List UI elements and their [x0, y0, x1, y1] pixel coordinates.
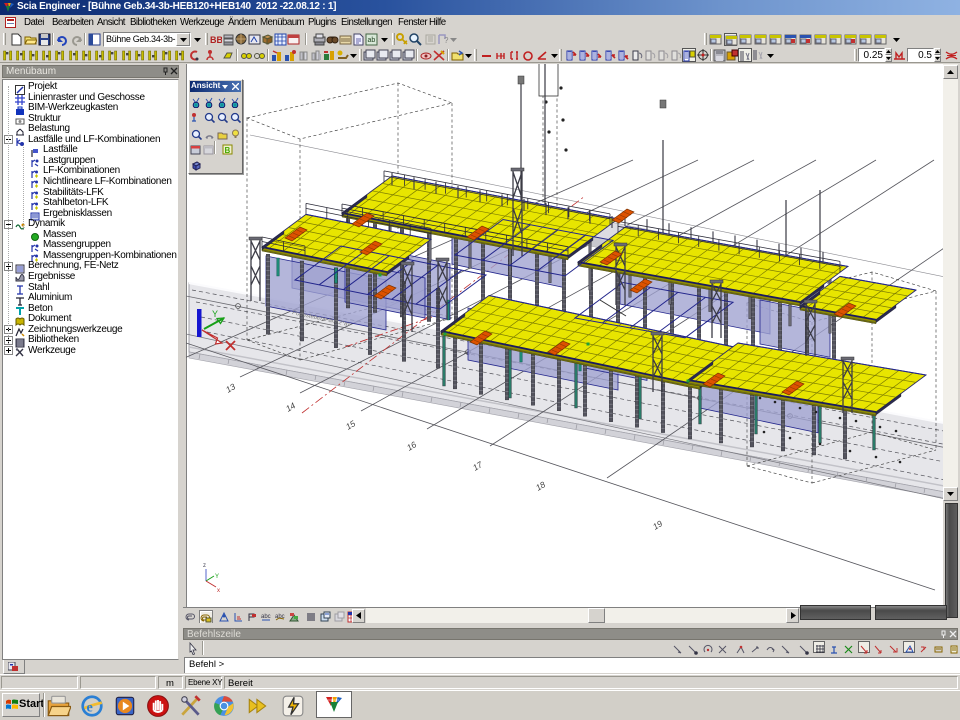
svg-text:Y: Y [212, 309, 218, 319]
svg-text:z: z [203, 563, 206, 569]
svg-text:13: 13 [224, 381, 237, 395]
svg-text:ab: ab [368, 37, 376, 44]
svg-text:14: 14 [284, 400, 297, 414]
svg-text:e: e [87, 699, 93, 715]
svg-text:16: 16 [405, 439, 418, 453]
svg-text:Y: Y [215, 574, 219, 580]
svg-text:abc: abc [261, 614, 271, 620]
svg-text:BB: BB [210, 35, 222, 45]
svg-text:19: 19 [651, 518, 664, 532]
svg-text:15: 15 [344, 418, 357, 432]
svg-text:x: x [217, 588, 220, 594]
svg-text:18: 18 [534, 479, 547, 493]
svg-text:B: B [225, 146, 231, 155]
svg-text:17: 17 [471, 459, 484, 473]
svg-text:?: ? [444, 36, 449, 45]
